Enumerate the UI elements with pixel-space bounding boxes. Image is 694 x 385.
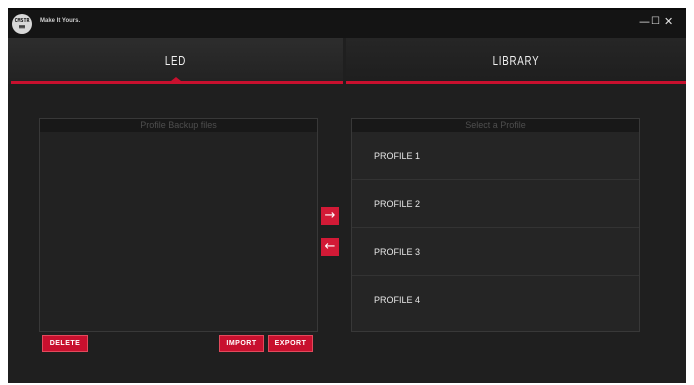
- backup-panel-header: Profile Backup files: [40, 119, 317, 132]
- move-to-library-arrow-icon[interactable]: →: [321, 207, 339, 225]
- title-bar: CMSTR ▦▦ Make It Yours. — ☐ ✕: [8, 10, 686, 38]
- tab-library-underline: [346, 81, 686, 84]
- tab-led-label: LED: [164, 53, 187, 68]
- profile-list: PROFILE 1 PROFILE 2 PROFILE 3 PROFILE 4: [352, 132, 639, 331]
- app-window: CMSTR ▦▦ Make It Yours. — ☐ ✕ LED LIBRARY…: [8, 8, 686, 383]
- cooler-master-logo-icon: CMSTR ▦▦: [12, 14, 32, 34]
- import-button[interactable]: IMPORT: [219, 335, 264, 352]
- profile-item-3[interactable]: PROFILE 3: [352, 228, 639, 276]
- delete-button[interactable]: DELETE: [42, 335, 88, 352]
- tab-library[interactable]: LIBRARY: [346, 38, 686, 84]
- move-to-backup-arrow-icon[interactable]: ←: [321, 238, 339, 256]
- export-button[interactable]: EXPORT: [268, 335, 313, 352]
- close-icon[interactable]: ✕: [664, 15, 673, 29]
- minimize-icon[interactable]: —: [639, 15, 650, 29]
- profile-item-1[interactable]: PROFILE 1: [352, 132, 639, 180]
- main-tabs: LED LIBRARY: [8, 38, 686, 84]
- profile-item-2[interactable]: PROFILE 2: [352, 180, 639, 228]
- tab-library-label: LIBRARY: [492, 53, 540, 68]
- slogan: Make It Yours.: [40, 18, 81, 24]
- backup-files-list[interactable]: [40, 132, 317, 331]
- tab-led[interactable]: LED: [8, 38, 343, 84]
- tab-led-underline: [11, 81, 343, 84]
- backup-files-panel: Profile Backup files: [39, 118, 318, 332]
- profile-item-4[interactable]: PROFILE 4: [352, 276, 639, 324]
- profile-panel-header: Select a Profile: [352, 119, 639, 132]
- profile-select-panel: Select a Profile PROFILE 1 PROFILE 2 PRO…: [351, 118, 640, 332]
- maximize-icon[interactable]: ☐: [651, 15, 660, 29]
